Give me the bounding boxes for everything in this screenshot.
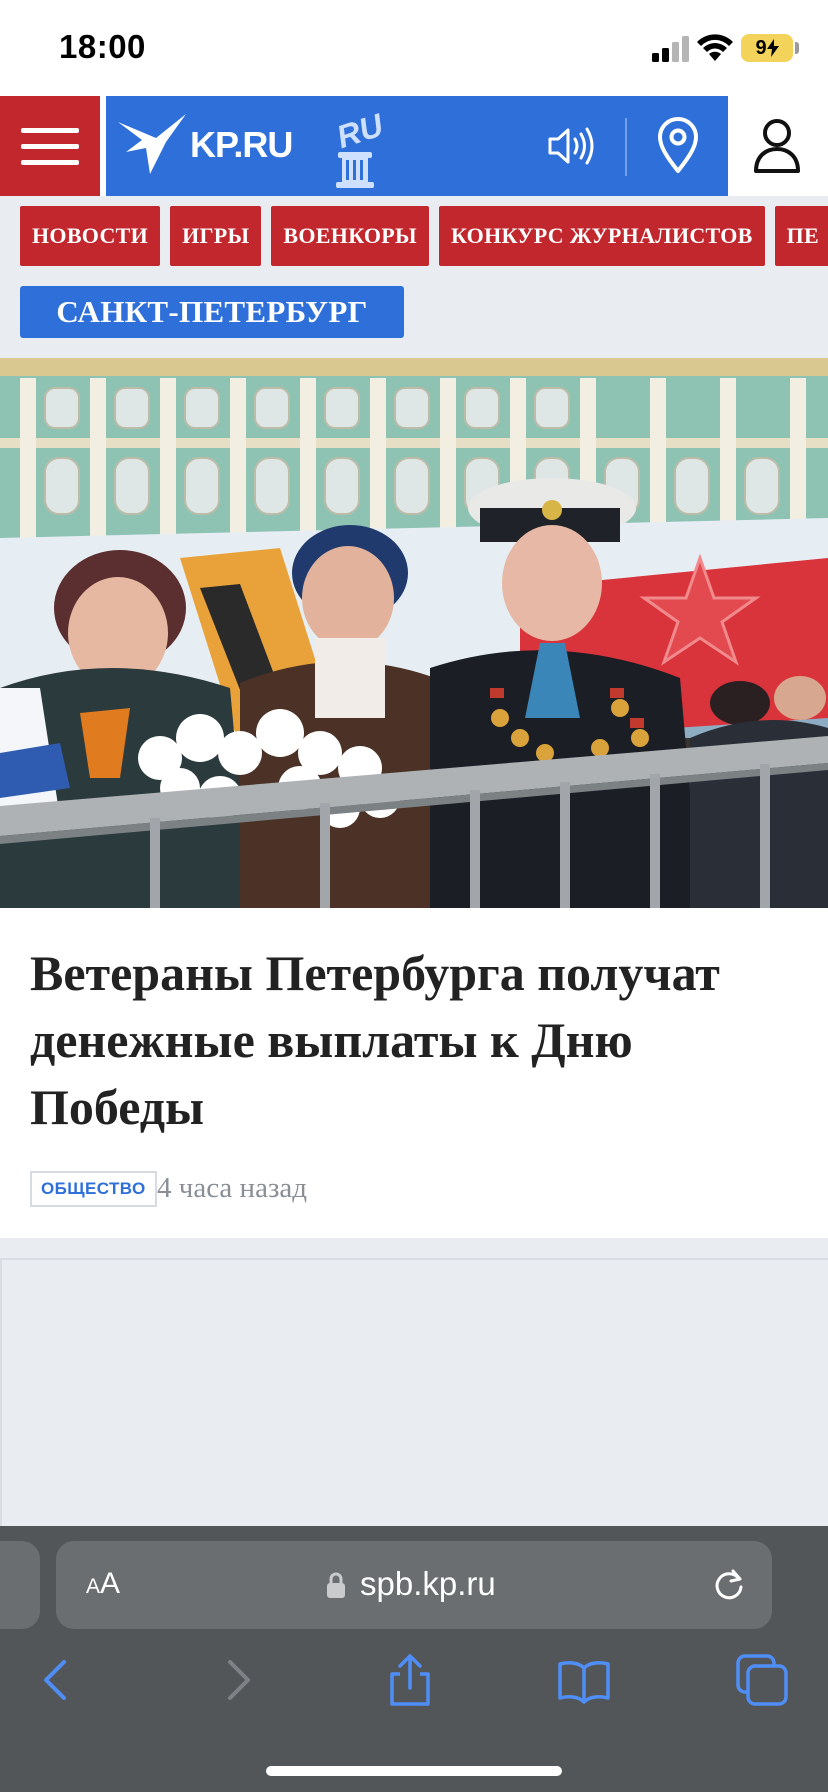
status-bar: 18:00 9 — [0, 0, 828, 96]
tabs-icon[interactable] — [734, 1652, 790, 1708]
hamburger-icon — [21, 159, 79, 165]
previous-tab-preview[interactable] — [0, 1541, 40, 1629]
chevron-left-icon[interactable] — [30, 1652, 86, 1708]
article-headline[interactable]: Ветераны Петербурга получат денежные вып… — [30, 940, 810, 1141]
home-indicator — [266, 1766, 562, 1776]
speaker-icon[interactable] — [546, 122, 598, 170]
swallow-logo-icon[interactable] — [116, 112, 188, 176]
status-time: 18:00 — [59, 28, 146, 65]
charging-bolt-icon — [766, 39, 779, 57]
user-icon[interactable] — [752, 118, 802, 174]
map-pin-icon[interactable] — [656, 116, 700, 174]
reader-settings-button[interactable]: AA — [86, 1567, 120, 1601]
nav-chip-games[interactable]: ИГРЫ — [170, 206, 262, 266]
hamburger-icon — [21, 143, 79, 149]
share-icon[interactable] — [382, 1652, 438, 1708]
url-text[interactable]: spb.kp.ru — [360, 1565, 496, 1603]
category-tag[interactable]: ОБЩЕСТВО — [30, 1171, 157, 1207]
article-hero-image[interactable] — [0, 358, 828, 908]
veterans-photo — [0, 358, 828, 908]
region-button[interactable]: САНКТ-ПЕТЕРБУРГ — [20, 286, 404, 338]
aa-big-label: A — [100, 1567, 121, 1600]
header-divider — [625, 118, 627, 176]
ru-column-badge-icon: RU — [332, 106, 388, 188]
reload-icon[interactable] — [711, 1567, 747, 1603]
aa-small-label: A — [86, 1575, 101, 1598]
lock-icon — [327, 1572, 345, 1598]
brand-bar: KP.RU RU — [106, 96, 728, 196]
battery-cap — [795, 42, 799, 54]
section-nav: НОВОСТИ ИГРЫ ВОЕНКОРЫ КОНКУРС ЖУРНАЛИСТО… — [0, 196, 828, 358]
nav-chips: НОВОСТИ ИГРЫ ВОЕНКОРЫ КОНКУРС ЖУРНАЛИСТО… — [20, 206, 828, 266]
address-bar[interactable]: AA spb.kp.ru — [56, 1541, 772, 1629]
nav-chip-journalist-contest[interactable]: КОНКУРС ЖУРНАЛИСТОВ — [438, 206, 765, 266]
nav-chip-war-correspondents[interactable]: ВОЕНКОРЫ — [271, 206, 429, 266]
site-logo[interactable]: KP.RU — [190, 124, 293, 166]
hamburger-icon — [21, 127, 79, 133]
ad-placeholder — [0, 1258, 828, 1526]
article-card[interactable]: Ветераны Петербурга получат денежные вып… — [0, 908, 828, 1238]
book-icon[interactable] — [556, 1652, 612, 1708]
article-time: 4 часа назад — [157, 1172, 308, 1204]
site-header: KP.RU RU — [0, 96, 828, 196]
menu-button[interactable] — [0, 96, 100, 196]
badge-text: RU — [332, 106, 388, 155]
browser-bottom-bar: AA spb.kp.ru — [0, 1526, 828, 1792]
cellular-signal-icon — [652, 36, 689, 62]
chevron-right-icon[interactable] — [208, 1652, 264, 1708]
battery-indicator: 9 — [741, 34, 793, 62]
nav-chip-news[interactable]: НОВОСТИ — [20, 206, 161, 266]
wifi-icon — [697, 34, 733, 61]
nav-chip-truncated[interactable]: ПЕ — [774, 206, 828, 266]
battery-level: 9 — [755, 36, 767, 59]
